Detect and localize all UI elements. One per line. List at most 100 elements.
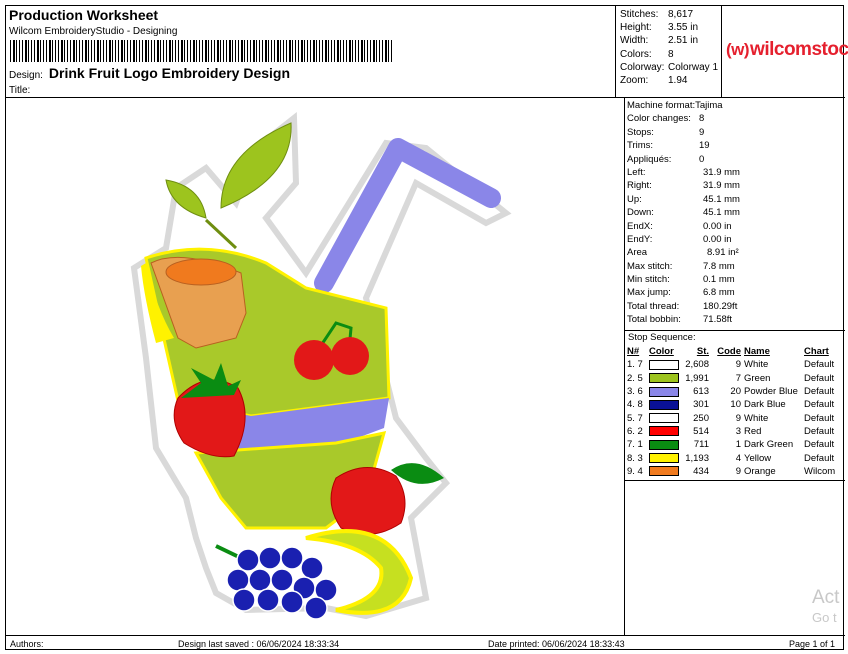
param-row: Min stitch: 0.1 mm xyxy=(627,274,843,287)
thread-color-swatch xyxy=(649,439,679,450)
table-row: 1. 7 2,608 9 White Default xyxy=(627,358,842,371)
param-row: Total bobbin: 71.58ft xyxy=(627,314,843,327)
apple xyxy=(330,467,406,535)
row-color-name: Dark Green xyxy=(744,439,794,451)
param-row: Left: 31.9 mm xyxy=(627,167,843,180)
param-value: 9 xyxy=(699,126,705,138)
thread-color-swatch xyxy=(649,413,679,424)
param-label: EndY: xyxy=(627,233,653,245)
row-code: 1 xyxy=(735,439,741,451)
param-row: Right: 31.9 mm xyxy=(627,180,843,193)
wilcomstock-logo: (w)wilcomstock xyxy=(726,39,848,61)
stat-label: Height: xyxy=(620,22,652,34)
header-info: Production Worksheet Wilcom EmbroiderySt… xyxy=(6,6,616,97)
header: Production Worksheet Wilcom EmbroiderySt… xyxy=(6,6,848,98)
col-header-st: St. xyxy=(696,346,709,358)
row-stitches: 711 xyxy=(693,439,709,451)
watermark-line1: Act xyxy=(812,587,840,608)
embroidery-design-image xyxy=(130,111,512,620)
row-stitches: 434 xyxy=(693,465,709,477)
stat-label: Zoom: xyxy=(620,74,649,86)
color-swatch xyxy=(649,411,679,424)
param-label: Left: xyxy=(627,166,646,178)
row-code: 20 xyxy=(730,386,741,398)
cherry-right xyxy=(331,337,369,375)
row-index: 8. 3 xyxy=(627,452,643,464)
row-stitches: 613 xyxy=(693,386,709,398)
param-label: Stops: xyxy=(627,126,654,138)
param-row: Stops: 9 xyxy=(627,127,843,140)
stat-label: Colors: xyxy=(620,48,652,60)
param-row: EndY: 0.00 in xyxy=(627,234,843,247)
thread-color-swatch xyxy=(649,453,679,463)
col-header-chart: Chart xyxy=(804,346,829,358)
activation-watermark: Act Go t xyxy=(812,588,839,628)
row-code: 10 xyxy=(730,399,741,411)
row-code: 7 xyxy=(735,372,741,384)
stat-row: Width: 2.51 in xyxy=(620,35,724,48)
row-chart: Default xyxy=(804,386,835,398)
param-value: 31.9 mm xyxy=(703,166,740,178)
row-index: 5. 7 xyxy=(627,412,643,424)
param-label: Trims: xyxy=(627,140,654,152)
stat-row: Height: 3.55 in xyxy=(620,22,724,35)
page-number: Page 1 of 1 xyxy=(789,639,836,649)
stats-block: Stitches: 8,617 Height: 3.55 in Width: 2.51… xyxy=(620,9,724,88)
row-color-name: Red xyxy=(744,425,762,437)
param-value: 7.8 mm xyxy=(703,260,735,272)
param-value: 19 xyxy=(699,140,710,152)
param-row: Max stitch: 7.8 mm xyxy=(627,261,843,274)
param-value: 6.8 mm xyxy=(703,287,735,299)
row-color-name: White xyxy=(744,359,769,371)
color-swatch xyxy=(649,451,679,464)
param-row: Trims: 19 xyxy=(627,140,843,153)
row-stitches: 301 xyxy=(693,399,709,411)
param-value: 180.29ft xyxy=(703,300,738,312)
param-label: Min stitch: xyxy=(627,274,670,286)
param-row: Up: 45.1 mm xyxy=(627,194,843,207)
color-swatch xyxy=(649,465,679,478)
row-code: 9 xyxy=(735,465,741,477)
thread-color-swatch xyxy=(649,373,679,384)
param-value: 71.58ft xyxy=(703,314,733,326)
logo-text: wilcomstock xyxy=(750,39,848,60)
param-value: 0.00 in xyxy=(703,220,732,232)
col-header-name: Name xyxy=(744,346,770,358)
row-color-name: Dark Blue xyxy=(744,399,786,411)
stat-value: Colorway 1 xyxy=(668,61,719,73)
details-panel: Machine format: Tajima Color changes: 8 St… xyxy=(625,98,845,635)
param-label: Max jump: xyxy=(627,287,671,299)
param-value: 0.00 in xyxy=(703,233,732,245)
thread-color-swatch xyxy=(649,426,679,437)
stat-row: Stitches: 8,617 xyxy=(620,9,724,22)
stop-sequence-title: Stop Sequence: xyxy=(628,332,696,343)
design-name: Drink Fruit Logo Embroidery Design xyxy=(48,65,291,81)
row-index: 2. 5 xyxy=(627,372,643,384)
col-header-code: Code xyxy=(717,346,741,358)
table-row: 6. 2 514 3 Red Default xyxy=(627,425,842,438)
param-value: 45.1 mm xyxy=(703,193,740,205)
param-label: Total thread: xyxy=(627,300,680,312)
table-header-row: N# Color St. Code Name Chart xyxy=(627,345,842,358)
param-label: Machine format: xyxy=(627,100,696,111)
page-title: Production Worksheet xyxy=(9,7,159,23)
thread-color-swatch xyxy=(649,359,679,370)
col-header-color: Color xyxy=(649,346,674,358)
row-index: 9. 4 xyxy=(627,465,643,477)
row-index: 1. 7 xyxy=(627,359,643,371)
param-label: Appliqués: xyxy=(627,153,672,165)
last-saved: Design last saved : 06/06/2024 18:33:34 xyxy=(178,639,340,649)
row-index: 7. 1 xyxy=(627,439,643,451)
thread-color-swatch xyxy=(649,399,679,410)
table-row: 7. 1 711 1 Dark Green Default xyxy=(627,438,842,451)
stat-value: 1.94 xyxy=(668,74,688,86)
stat-value: 8,617 xyxy=(668,9,694,20)
param-label: Total bobbin: xyxy=(627,314,681,326)
row-chart: Default xyxy=(804,359,835,371)
row-chart: Default xyxy=(804,412,835,424)
design-row: Design: Drink Fruit Logo Embroidery Desig… xyxy=(9,65,290,81)
param-row: EndX: 0.00 in xyxy=(627,221,843,234)
param-value: 0.1 mm xyxy=(703,274,735,286)
param-label: Right: xyxy=(627,180,652,192)
row-code: 9 xyxy=(735,359,741,371)
